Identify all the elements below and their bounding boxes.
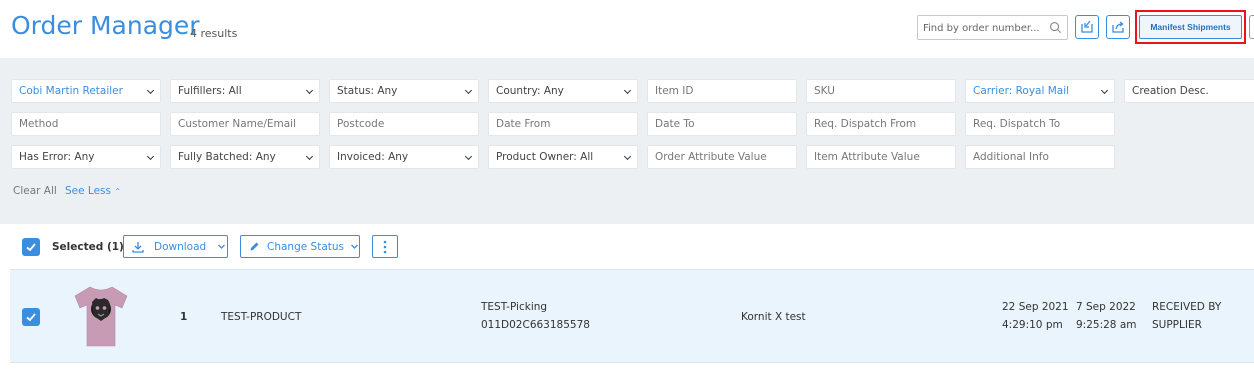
selection-toolbar: Selected (1) Download Change Status xyxy=(10,224,1254,269)
import-icon xyxy=(1081,20,1093,33)
date-to-input[interactable]: Date To xyxy=(647,112,797,136)
change-status-button[interactable]: Change Status xyxy=(240,235,360,258)
order-attribute-input[interactable]: Order Attribute Value xyxy=(647,145,797,169)
date-from-input[interactable]: Date From xyxy=(488,112,638,136)
check-icon xyxy=(26,313,36,322)
row-checkbox[interactable] xyxy=(22,308,40,326)
select-all-checkbox[interactable] xyxy=(22,238,40,256)
download-button[interactable]: Download xyxy=(123,235,228,258)
order-search[interactable] xyxy=(917,15,1068,40)
chevron-down-icon xyxy=(351,244,358,249)
results-count: 4 results xyxy=(190,27,238,40)
invoiced-select[interactable]: Invoiced: Any xyxy=(329,145,479,169)
req-dispatch-from-input[interactable]: Req. Dispatch From xyxy=(806,112,956,136)
item-id-input[interactable]: Item ID xyxy=(647,79,797,103)
row-dispatch-date: 7 Sep 2022 xyxy=(1076,301,1136,313)
product-owner-select[interactable]: Product Owner: All xyxy=(488,145,638,169)
page-title: Order Manager xyxy=(11,11,200,40)
see-less-link[interactable]: See Less ⌃ xyxy=(65,185,121,197)
additional-info-input[interactable]: Additional Info xyxy=(965,145,1115,169)
fulfillers-select[interactable]: Fulfillers: All xyxy=(170,79,320,103)
row-product: TEST-PRODUCT xyxy=(221,311,302,323)
carrier-select[interactable]: Carrier: Royal Mail xyxy=(965,79,1115,103)
product-thumbnail xyxy=(74,286,128,347)
selected-count: Selected (1) xyxy=(52,241,124,253)
see-less-label: See Less xyxy=(65,185,111,197)
order-search-input[interactable] xyxy=(918,17,1043,40)
import-button[interactable] xyxy=(1075,15,1099,39)
more-header-button[interactable] xyxy=(1249,15,1254,39)
row-quantity: 1 xyxy=(180,311,188,323)
has-error-select[interactable]: Has Error: Any xyxy=(11,145,161,169)
fully-batched-select[interactable]: Fully Batched: Any xyxy=(170,145,320,169)
row-picking: TEST-Picking xyxy=(481,301,548,313)
item-attribute-input[interactable]: Item Attribute Value xyxy=(806,145,956,169)
manifest-highlight: Manifest Shipments xyxy=(1135,10,1246,44)
row-status-line1: RECEIVED BY xyxy=(1152,301,1222,313)
country-select[interactable]: Country: Any xyxy=(488,79,638,103)
retailer-select[interactable]: Cobi Martin Retailer xyxy=(11,79,161,103)
check-icon xyxy=(26,243,36,252)
download-icon xyxy=(132,241,144,253)
chevron-up-icon: ⌃ xyxy=(114,187,122,196)
row-fulfiller: Kornit X test xyxy=(741,311,806,323)
chevron-down-icon xyxy=(218,244,226,249)
sku-input[interactable]: SKU xyxy=(806,79,956,103)
pencil-icon xyxy=(250,242,259,251)
change-status-label: Change Status xyxy=(267,240,344,253)
row-order-number[interactable]: 011D02C663185578 xyxy=(481,316,590,334)
search-icon xyxy=(1050,22,1062,34)
clear-all-link[interactable]: Clear All xyxy=(13,185,57,197)
row-created-date: 22 Sep 2021 xyxy=(1002,301,1069,313)
manifest-shipments-button[interactable]: Manifest Shipments xyxy=(1139,15,1242,39)
page-header: Order Manager 4 results Manifest Shipmen… xyxy=(0,0,1254,58)
row-status-line2: SUPPLIER xyxy=(1152,319,1202,331)
table-row[interactable]: 1 TEST-PRODUCT TEST-Picking 011D02C66318… xyxy=(10,269,1254,363)
method-input[interactable]: Method xyxy=(11,112,161,136)
postcode-input[interactable]: Postcode xyxy=(329,112,479,136)
status-select[interactable]: Status: Any xyxy=(329,79,479,103)
sort-select[interactable]: Creation Desc. xyxy=(1124,79,1254,103)
req-dispatch-to-input[interactable]: Req. Dispatch To xyxy=(965,112,1115,136)
customer-input[interactable]: Customer Name/Email xyxy=(170,112,320,136)
row-created-time: 4:29:10 pm xyxy=(1002,319,1063,331)
filter-panel: Cobi Martin Retailer Fulfillers: All Sta… xyxy=(0,58,1254,224)
row-dispatch-time: 9:25:28 am xyxy=(1076,319,1137,331)
vertical-dots-icon xyxy=(383,240,387,253)
more-actions-button[interactable] xyxy=(372,235,398,258)
share-icon xyxy=(1112,21,1124,33)
export-button[interactable] xyxy=(1106,15,1130,39)
download-label: Download xyxy=(154,240,207,253)
